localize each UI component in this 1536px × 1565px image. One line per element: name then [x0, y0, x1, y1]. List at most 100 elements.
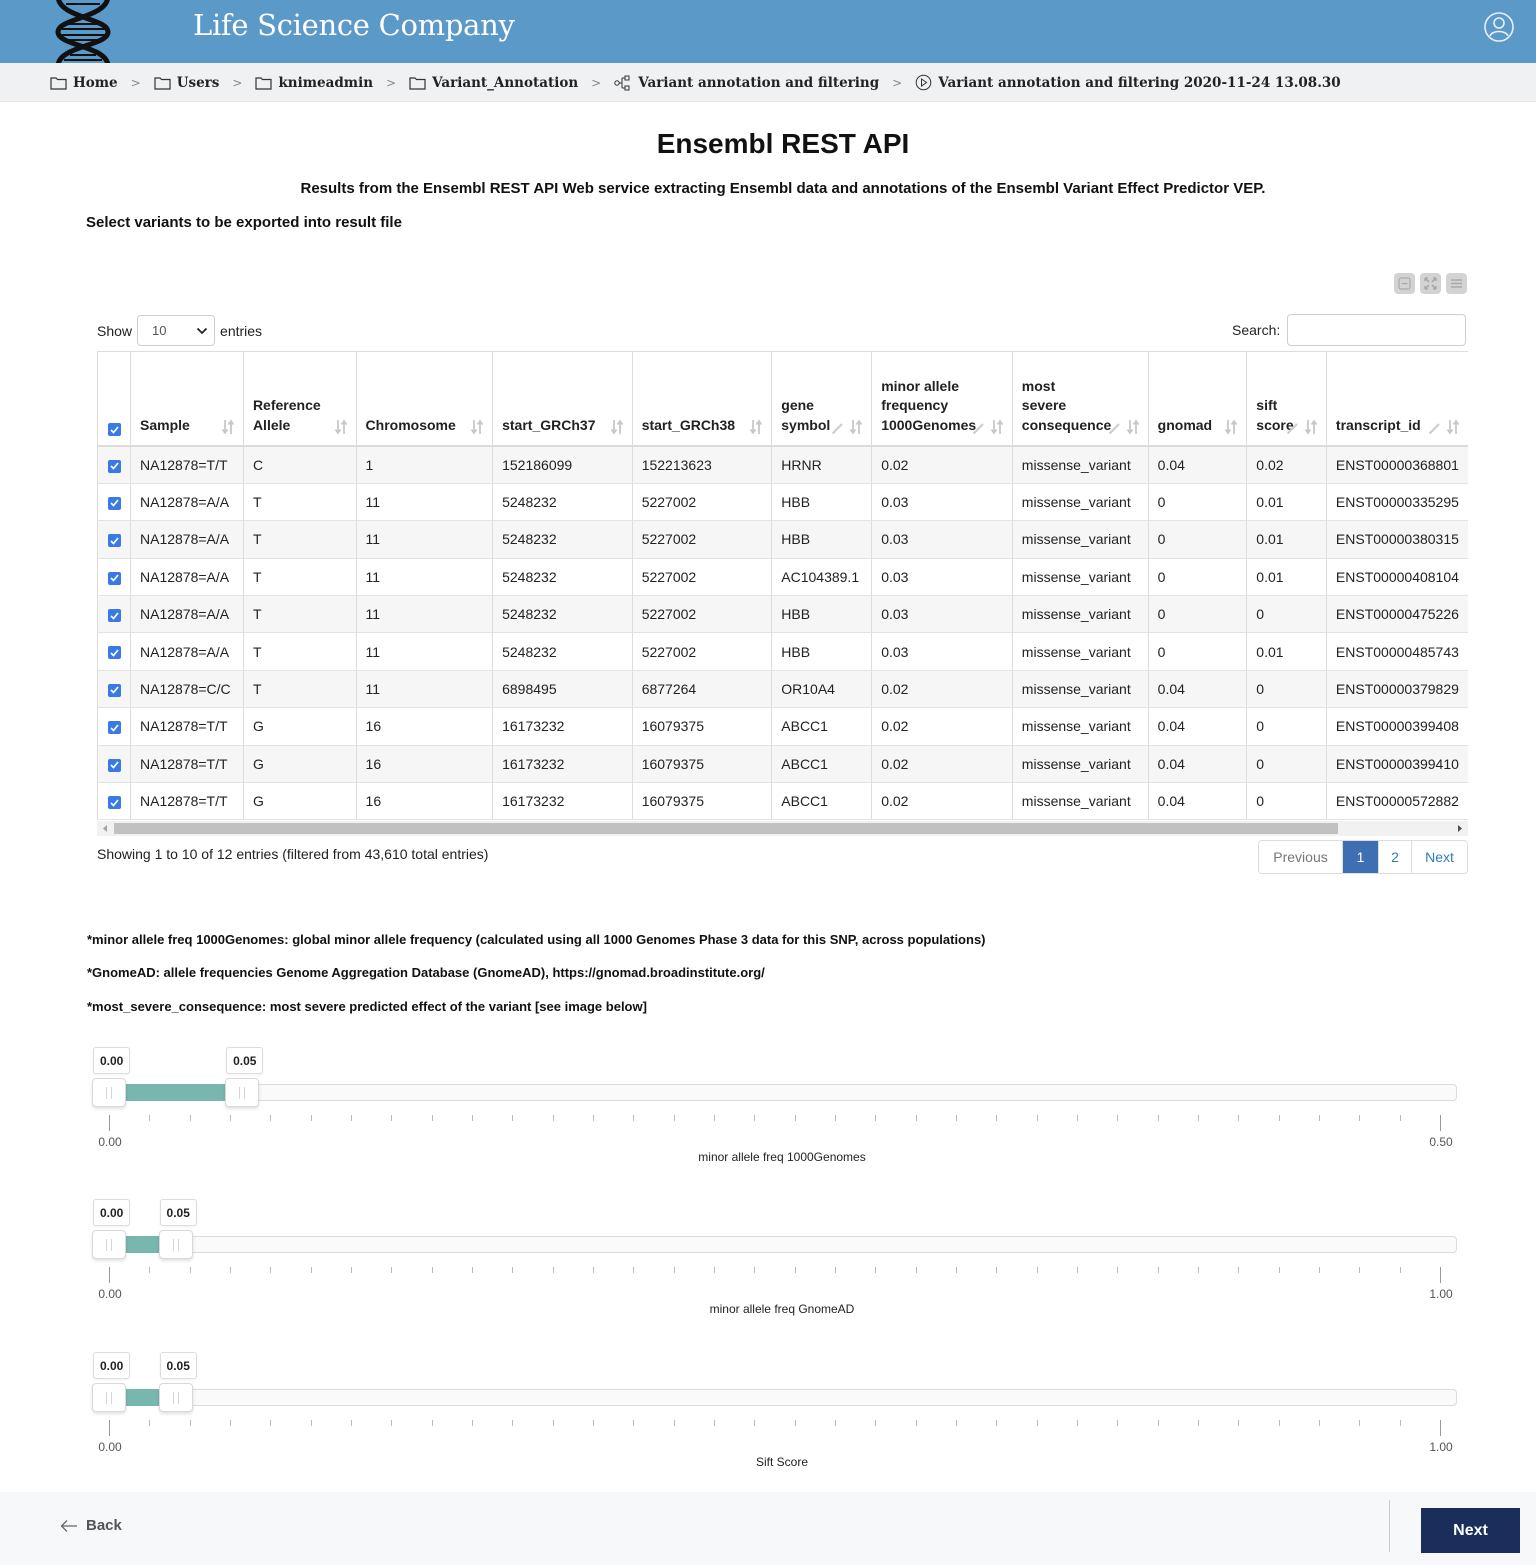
- table-row[interactable]: NA12878=C/C T 11 6898495 6877264 OR10A4 0.02 mi…: [97, 670, 1468, 709]
- column-header[interactable]: Reference Allele: [242, 352, 357, 447]
- sort-icon[interactable]: [1126, 419, 1140, 435]
- table-cell: NA12878=C/C: [130, 670, 244, 709]
- table-row[interactable]: NA12878=A/A T 11 5248232 5227002 AC104389.1 0.…: [97, 558, 1468, 597]
- user-account-icon[interactable]: [1483, 11, 1515, 43]
- row-checkbox[interactable]: [108, 796, 121, 809]
- slider-low-handle[interactable]: [92, 1230, 126, 1259]
- row-checkbox[interactable]: [108, 683, 121, 697]
- page-length-select[interactable]: 10: [137, 315, 216, 346]
- table-row[interactable]: NA12878=A/A T 11 5248232 5227002 HBB 0.03 misse…: [97, 632, 1468, 671]
- sort-icon[interactable]: [1224, 419, 1238, 435]
- column-header[interactable]: start_GRCh38: [631, 352, 772, 447]
- sort-icon[interactable]: [990, 419, 1004, 435]
- search-input[interactable]: [1287, 314, 1467, 346]
- next-page-button[interactable]: Next: [1411, 841, 1467, 873]
- table-cell: 1: [355, 446, 493, 484]
- sort-icon[interactable]: [221, 419, 235, 435]
- table-cell: NA12878=T/T: [130, 446, 244, 484]
- slider-tick: [391, 1420, 393, 1426]
- row-checkbox[interactable]: [108, 721, 121, 735]
- column-header-label: transcript_id: [1335, 416, 1421, 433]
- slider-maf-1000genomes[interactable]: 0.00 0.05 0.00 0.50 minor allele freq 1000Ge…: [90, 1047, 1470, 1167]
- breadcrumb-item-variant-annotation[interactable]: Variant_Annotation: [409, 75, 578, 91]
- row-checkbox[interactable]: [108, 571, 121, 585]
- breadcrumb-item-home[interactable]: Home: [50, 75, 118, 91]
- column-header[interactable]: Sample: [130, 352, 244, 447]
- row-checkbox[interactable]: [108, 609, 121, 623]
- row-checkbox[interactable]: [108, 758, 121, 772]
- next-button[interactable]: Next: [1421, 1508, 1520, 1553]
- row-checkbox[interactable]: [108, 646, 121, 660]
- slider-sift-score[interactable]: 0.00 0.05 0.00 1.00 Sift Score: [90, 1352, 1470, 1472]
- table-cell: 0.02: [871, 670, 1013, 709]
- table-row[interactable]: NA12878=T/T G 16 16173232 16079375 ABCC1 0.02 m…: [97, 782, 1468, 821]
- column-header[interactable]: gnomad: [1147, 352, 1247, 447]
- scroll-left-icon[interactable]: [101, 824, 110, 833]
- breadcrumb-item-knimeadmin[interactable]: knimeadmin: [255, 75, 373, 91]
- sort-icon[interactable]: [1446, 419, 1460, 435]
- table-cell: 0: [1147, 595, 1247, 634]
- sort-icon[interactable]: [470, 419, 484, 435]
- column-header[interactable]: start_GRCh37: [492, 352, 633, 447]
- sort-icon[interactable]: [1304, 419, 1318, 435]
- row-select-cell: [97, 632, 131, 671]
- slider-high-handle[interactable]: [158, 1383, 193, 1412]
- collapse-icon[interactable]: [1394, 273, 1415, 294]
- menu-icon[interactable]: [1446, 273, 1467, 294]
- slider-low-handle[interactable]: [92, 1078, 126, 1107]
- scroll-right-icon[interactable]: [1455, 824, 1464, 833]
- slider-tick: [431, 1420, 433, 1426]
- edit-pencil-icon[interactable]: [1286, 421, 1300, 435]
- table-row[interactable]: NA12878=T/T G 16 16173232 16079375 ABCC1 0.02 m…: [97, 707, 1468, 746]
- column-header[interactable]: most severe consequence: [1011, 352, 1149, 447]
- horizontal-scrollbar[interactable]: [97, 821, 1468, 836]
- column-header[interactable]: sift score: [1246, 352, 1327, 447]
- column-header[interactable]: Chromosome: [355, 352, 493, 447]
- row-checkbox[interactable]: [108, 459, 121, 473]
- slider-high-handle[interactable]: [158, 1230, 193, 1259]
- previous-page-button[interactable]: Previous: [1259, 841, 1342, 873]
- workflow-icon: [614, 75, 630, 90]
- table-row[interactable]: NA12878=A/A T 11 5248232 5227002 HBB 0.03 misse…: [97, 483, 1468, 522]
- breadcrumb-label: Variant_Annotation: [432, 74, 579, 91]
- scrollbar-thumb[interactable]: [114, 823, 1338, 834]
- page-2-button[interactable]: 2: [1378, 841, 1411, 873]
- breadcrumb-item-users[interactable]: Users: [154, 75, 219, 91]
- sort-icon[interactable]: [749, 419, 763, 435]
- sort-icon[interactable]: [334, 419, 348, 435]
- breadcrumb-item-workflow[interactable]: Variant annotation and filtering: [614, 75, 879, 91]
- back-button[interactable]: Back: [60, 1517, 122, 1534]
- table-row[interactable]: NA12878=A/A T 11 5248232 5227002 HBB 0.03 misse…: [97, 595, 1468, 634]
- cancel-button[interactable]: Cancel: [1279, 1520, 1326, 1537]
- select-all-checkbox[interactable]: [108, 423, 121, 437]
- slider-tick: [1117, 1420, 1119, 1426]
- breadcrumb-item-job[interactable]: Variant annotation and filtering 2020-11…: [915, 74, 1341, 91]
- table-row[interactable]: NA12878=T/T C 1 152186099 152213623 HRNR 0.02 m…: [97, 446, 1468, 484]
- fullscreen-icon[interactable]: [1420, 273, 1441, 294]
- slider-tick: [1157, 1115, 1159, 1121]
- table-cell: 16079375: [631, 707, 772, 746]
- edit-pencil-icon[interactable]: [831, 421, 845, 435]
- slider-high-handle[interactable]: [225, 1078, 260, 1107]
- slider-maf-gnomad[interactable]: 0.00 0.05 0.00 1.00 minor allele freq GnomeA…: [90, 1199, 1470, 1319]
- edit-pencil-icon[interactable]: [1428, 421, 1442, 435]
- slider-track[interactable]: [92, 1389, 1457, 1406]
- slider-tick: [875, 1420, 877, 1426]
- column-header[interactable]: minor allele frequency 1000Genomes: [871, 352, 1013, 447]
- sort-icon[interactable]: [849, 419, 863, 435]
- sort-icon[interactable]: [610, 419, 624, 435]
- slider-track[interactable]: [92, 1236, 1457, 1253]
- column-header[interactable]: transcript_id: [1325, 352, 1468, 447]
- edit-pencil-icon[interactable]: [972, 421, 986, 435]
- table-row[interactable]: NA12878=T/T G 16 16173232 16079375 ABCC1 0.02 m…: [97, 745, 1468, 784]
- folder-icon: [409, 76, 426, 90]
- table-cell: 11: [355, 595, 493, 634]
- edit-pencil-icon[interactable]: [1108, 421, 1122, 435]
- table-row[interactable]: NA12878=A/A T 11 5248232 5227002 HBB 0.03 misse…: [97, 520, 1468, 559]
- column-header[interactable]: gene symbol: [771, 352, 872, 447]
- row-checkbox[interactable]: [108, 496, 121, 510]
- slider-low-handle[interactable]: [92, 1383, 126, 1412]
- page-1-button[interactable]: 1: [1342, 841, 1378, 873]
- slider-track[interactable]: [92, 1084, 1457, 1101]
- row-checkbox[interactable]: [108, 534, 121, 548]
